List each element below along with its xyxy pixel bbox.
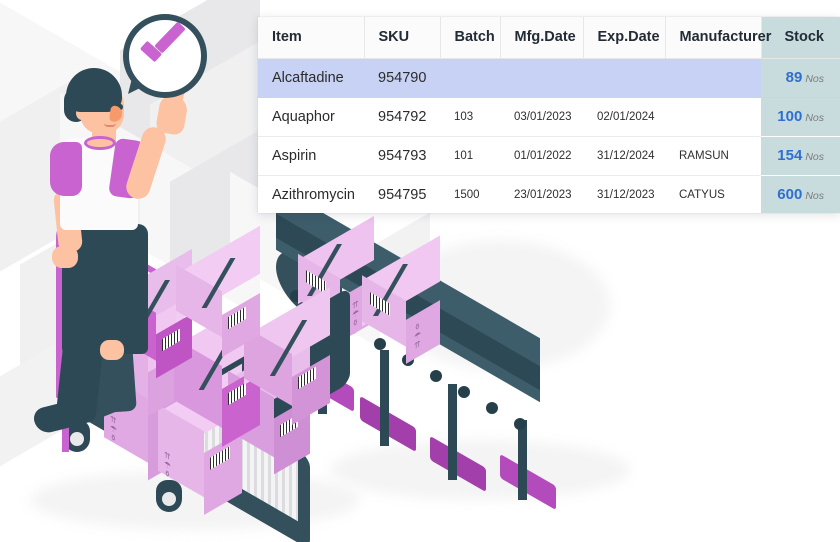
cell-exp-date: 02/01/2024 [583,97,665,137]
cell-mfg-date: 01/01/2022 [500,136,583,176]
cell-stock: 100 Nos [761,97,840,137]
stock-unit: Nos [805,190,824,203]
cell-batch: 101 [440,136,500,176]
cell-sku: 954793 [364,136,440,176]
stock-unit: Nos [805,112,824,124]
cell-exp-date [583,58,665,98]
table-header-row: Item SKU Batch Mfg.Date Exp.Date Manufac… [258,17,840,59]
column-header-mfg-date[interactable]: Mfg.Date [500,17,584,59]
cell-exp-date: 31/12/2024 [583,136,665,176]
cell-sku: 954795 [364,175,440,213]
screenshot-root: ⇈ ☂ ⚱ ⚱ ☂ ⇈ ⇈ ☂ ⚱ ⇈ ☂ ⚱ ⇈ ☂ ⚱ ⇈ ☂ ⚱ Item… [0,0,840,542]
inventory-table: Item SKU Batch Mfg.Date Exp.Date Manufac… [258,17,840,213]
cell-exp-date: 31/12/2023 [583,175,665,213]
cell-stock: 600 Nos [761,175,840,213]
column-header-manufacturer[interactable]: Manufacturer [665,17,771,59]
table-row[interactable]: Aquaphor 954792 103 03/01/2023 02/01/202… [258,97,840,137]
column-header-stock[interactable]: Stock [761,17,840,59]
cell-batch [440,58,500,98]
stock-unit: Nos [805,73,824,85]
cell-stock: 154 Nos [761,136,840,176]
table-row[interactable]: Azithromycin 954795 1500 23/01/2023 31/1… [258,175,840,213]
stock-value: 89 [785,69,803,86]
stock-unit: Nos [805,151,824,163]
stock-value: 600 [777,186,803,204]
stock-value: 154 [777,147,803,164]
column-header-item[interactable]: Item [258,17,365,59]
table-row[interactable]: Aspirin 954793 101 01/01/2022 31/12/2024… [258,136,840,176]
column-header-exp-date[interactable]: Exp.Date [583,17,666,59]
cell-item: Aquaphor [258,97,364,137]
column-header-batch[interactable]: Batch [440,17,501,59]
cell-manufacturer [665,58,761,98]
cell-manufacturer: CATYUS [665,175,761,213]
cell-item: Aspirin [258,136,364,176]
inventory-table-card: Item SKU Batch Mfg.Date Exp.Date Manufac… [258,17,840,213]
table-body: Alcaftadine 954790 89 Nos Aquaphor 954792… [258,58,840,213]
cell-manufacturer [665,97,761,137]
cell-manufacturer: RAMSUN [665,136,761,176]
cell-batch: 1500 [440,175,500,213]
column-header-sku[interactable]: SKU [364,17,441,59]
cell-sku: 954790 [364,58,440,98]
table-row[interactable]: Alcaftadine 954790 89 Nos [258,58,840,98]
cell-item: Alcaftadine [258,58,364,98]
cell-mfg-date: 03/01/2023 [500,97,583,137]
cell-batch: 103 [440,97,500,137]
cell-mfg-date: 23/01/2023 [500,175,583,213]
cell-item: Azithromycin [258,175,364,213]
cell-sku: 954792 [364,97,440,137]
cell-mfg-date [500,58,583,98]
cell-stock: 89 Nos [761,58,840,98]
table-header: Item SKU Batch Mfg.Date Exp.Date Manufac… [258,17,840,59]
stock-value: 100 [777,108,803,125]
